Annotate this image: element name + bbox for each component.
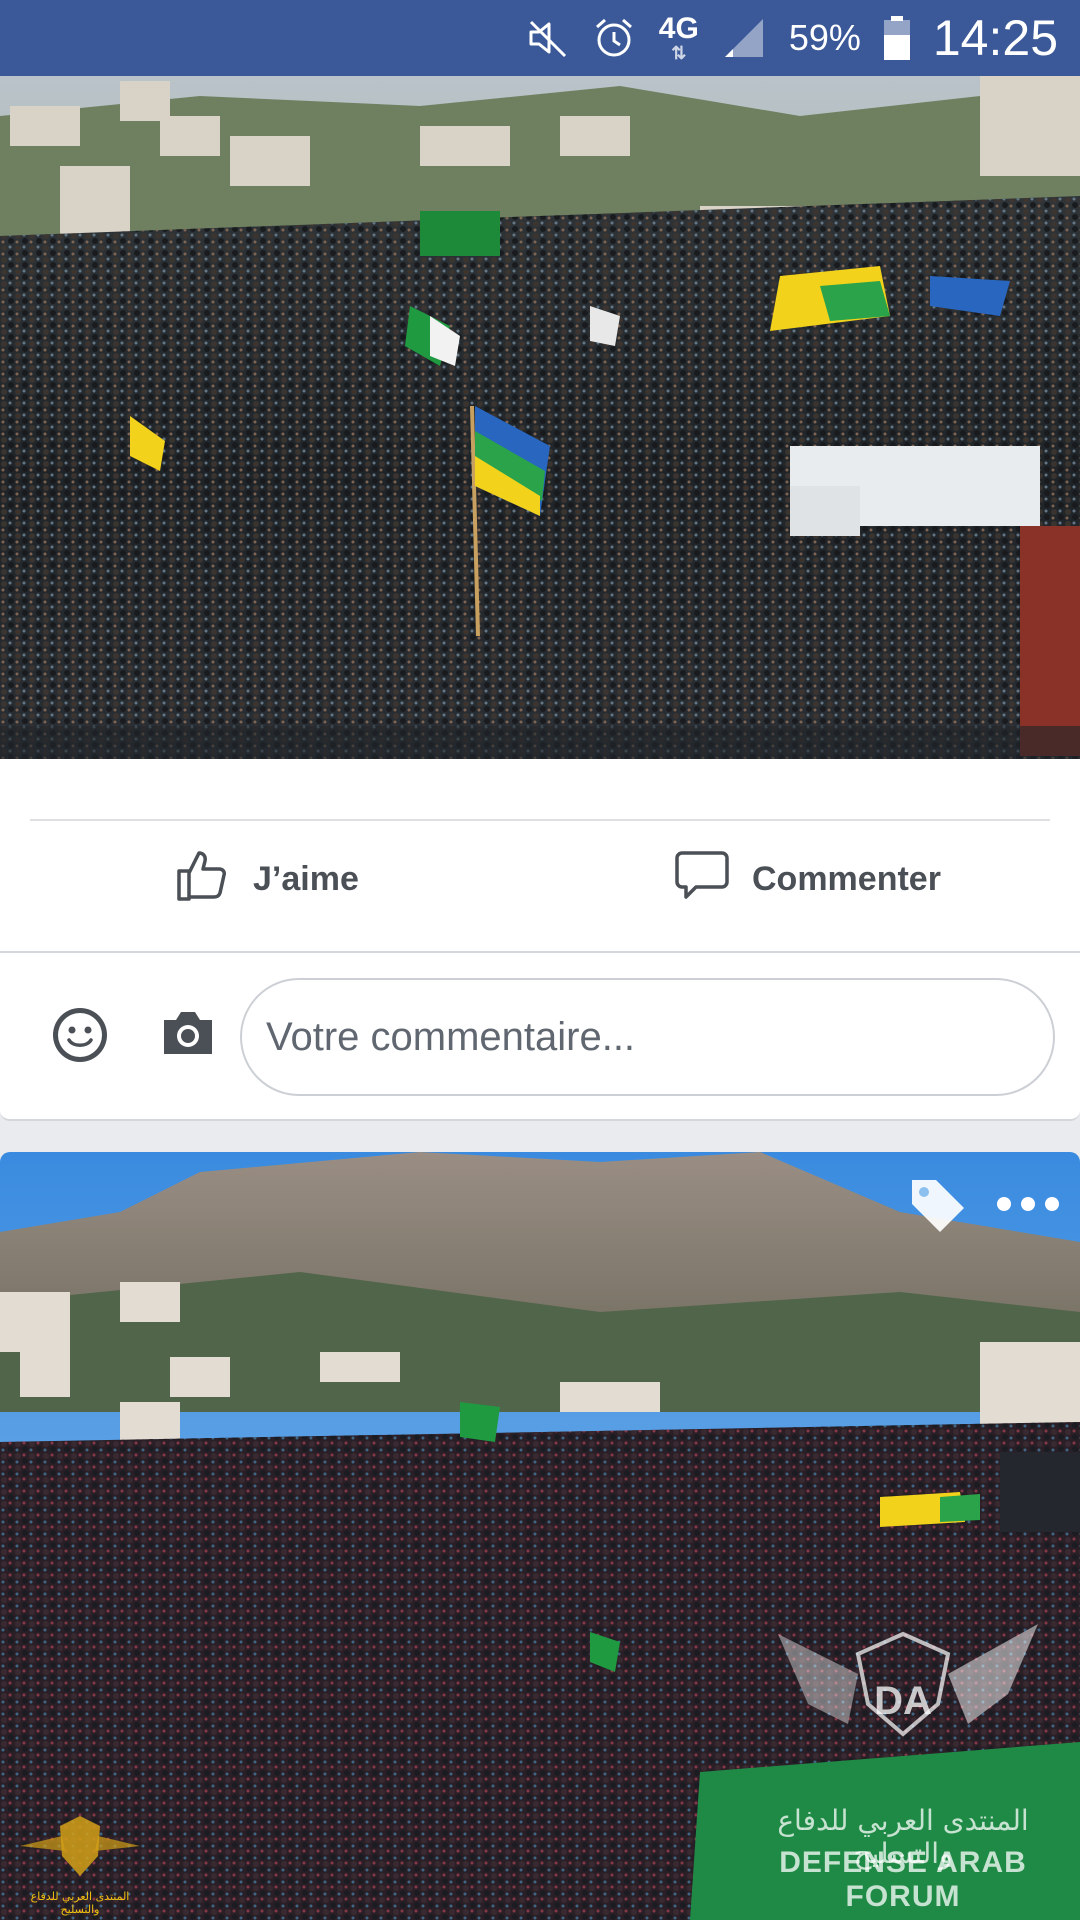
network-4g-icon: 4G ⇅	[658, 12, 699, 63]
comment-button[interactable]: Commenter	[674, 844, 941, 914]
speech-bubble-icon	[674, 847, 730, 912]
like-label: J’aime	[253, 859, 359, 898]
thumbs-up-icon	[175, 847, 231, 912]
badge-text: المنتدى العربي للدفاع والتسليح	[30, 1890, 130, 1916]
more-options-icon[interactable]	[992, 1182, 1064, 1226]
camera-icon[interactable]	[160, 1008, 216, 1058]
comment-input[interactable]	[240, 978, 1055, 1096]
battery-percent: 59%	[788, 17, 861, 58]
comment-composer	[0, 953, 1080, 1121]
alarm-icon	[591, 15, 637, 61]
emoji-icon[interactable]	[50, 1005, 110, 1065]
signal-icon	[721, 15, 767, 61]
mute-icon	[525, 16, 569, 60]
crowd-protest-photo[interactable]	[0, 76, 1080, 759]
status-bar: 4G ⇅ 59% 14:25	[0, 0, 1080, 76]
post-actions-bar: J’aime Commenter	[0, 759, 1080, 951]
forum-badge-logo: المنتدى العربي للدفاع والتسليح	[10, 1806, 150, 1916]
like-button[interactable]: J’aime	[175, 844, 359, 914]
post-card: المنتدى العربي للدفاع والتسليح DA المنتد…	[0, 1152, 1080, 1920]
clock: 14:25	[932, 10, 1058, 66]
battery-icon	[883, 15, 911, 61]
watermark: DA المنتدى العربي للدفاع والتسليح DEFENS…	[738, 1614, 1068, 1914]
watermark-english: DEFENSE ARAB FORUM	[779, 1846, 1027, 1913]
comment-label: Commenter	[752, 859, 941, 898]
tag-icon[interactable]	[906, 1174, 970, 1238]
divider	[30, 819, 1050, 821]
logo-letters: DA	[874, 1679, 932, 1723]
